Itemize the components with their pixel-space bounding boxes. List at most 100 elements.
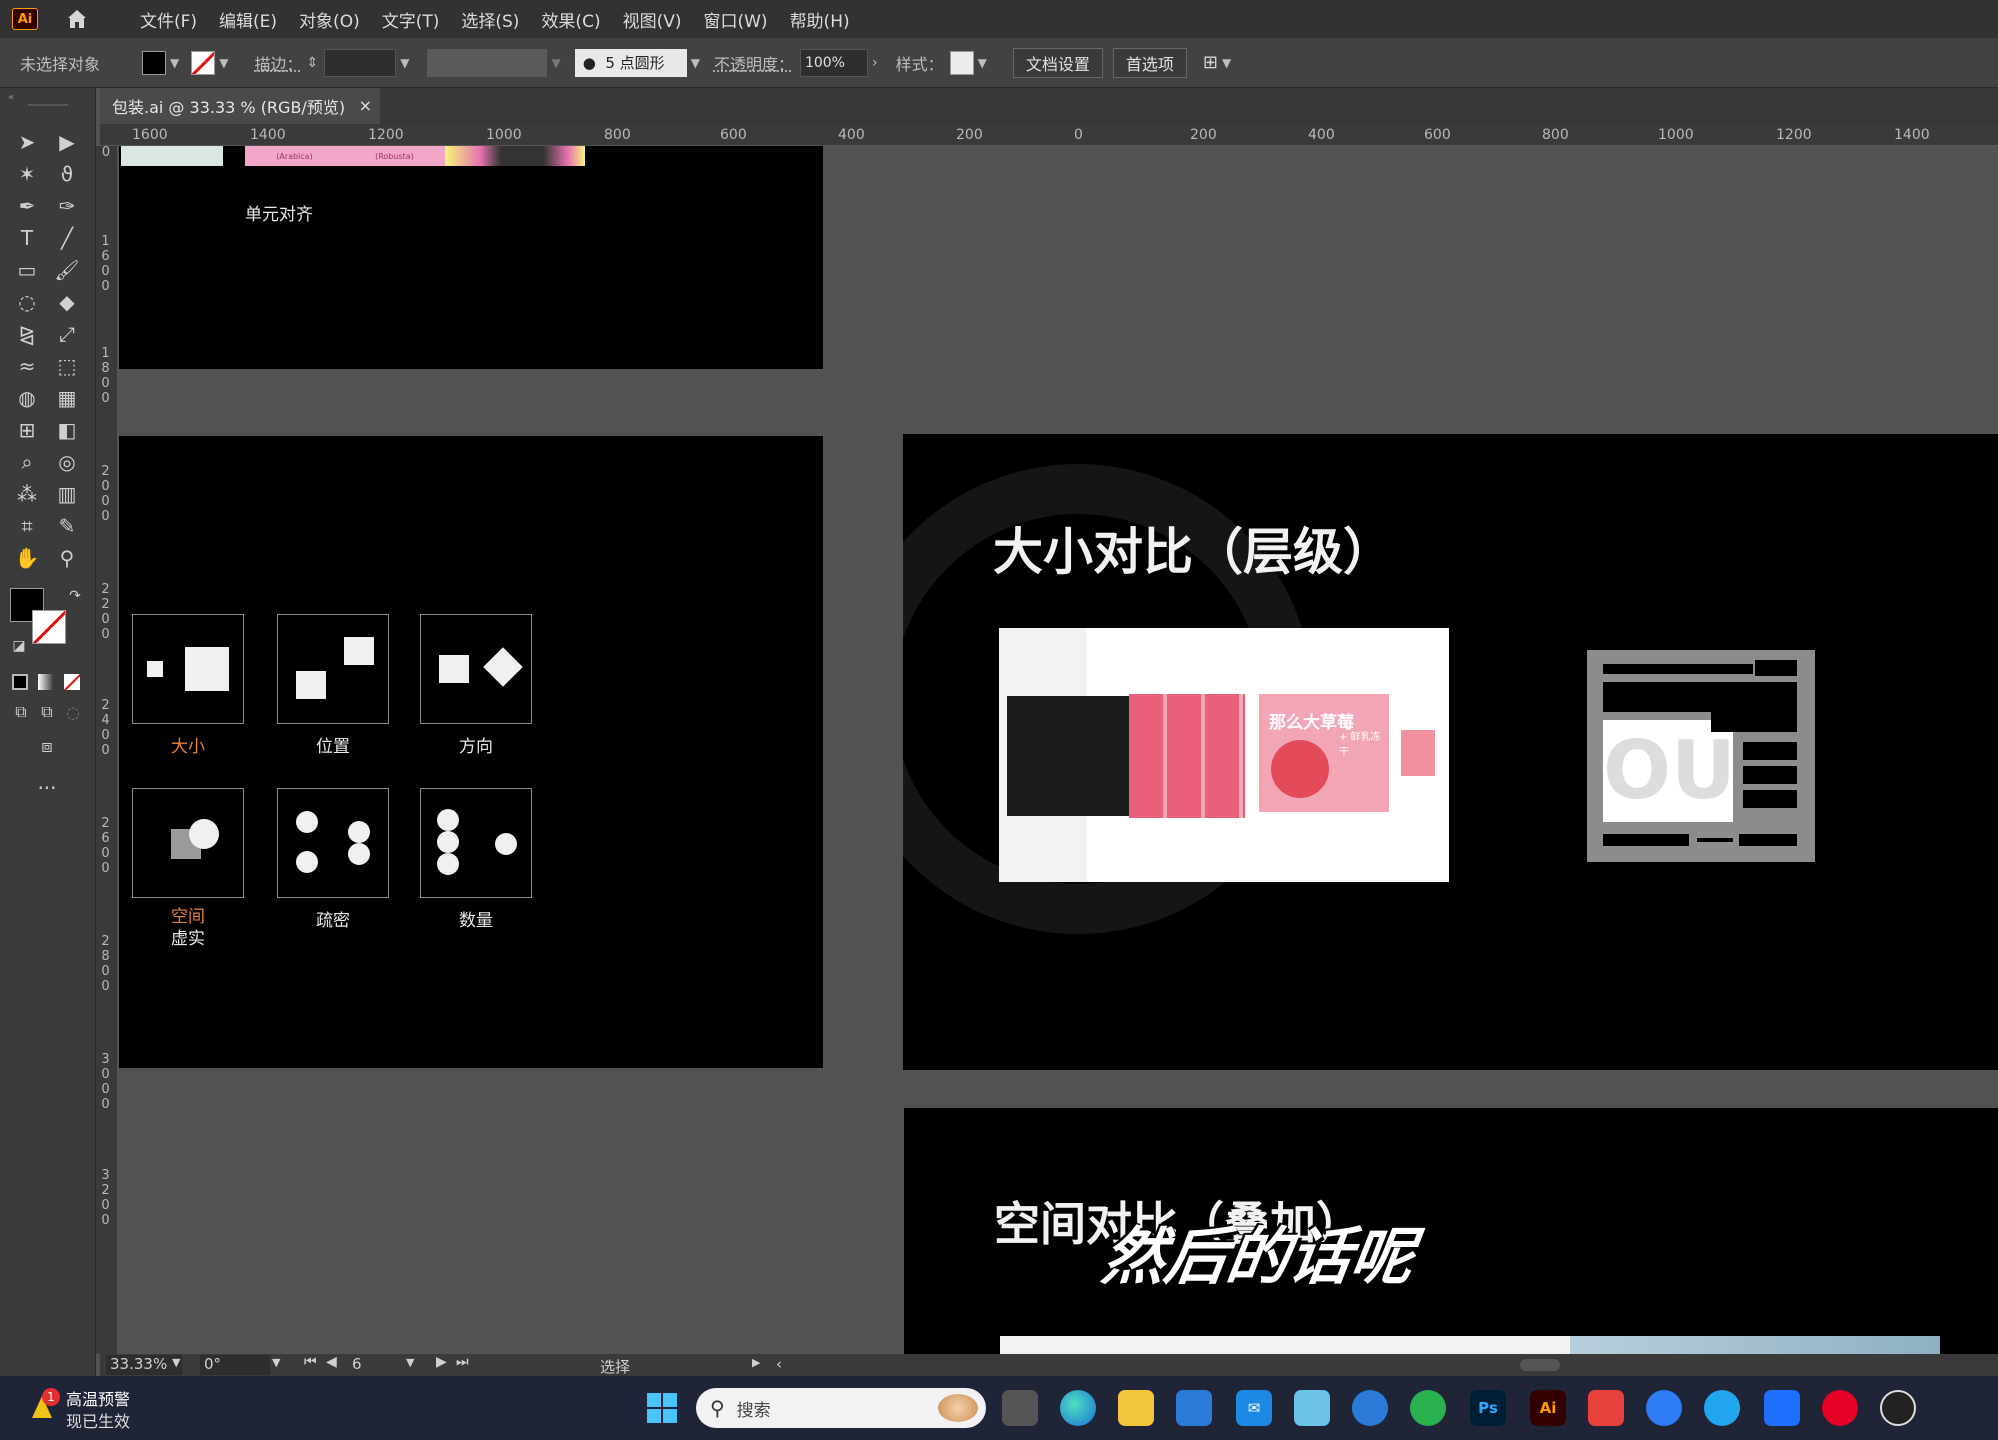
eraser-icon[interactable]: ◆ bbox=[52, 288, 82, 316]
zoom-tool-icon[interactable]: ⚲ bbox=[52, 544, 82, 572]
magic-wand-icon[interactable]: ✶ bbox=[12, 160, 42, 188]
menu-view[interactable]: 视图(V) bbox=[623, 7, 682, 32]
artboard-2[interactable]: 大小 位置 方向 空间 虚实 疏密 数量 bbox=[119, 436, 823, 1068]
mesh-tool-icon[interactable]: ⊞ bbox=[12, 416, 42, 444]
thumb-size[interactable] bbox=[132, 614, 244, 724]
chevron-down-icon[interactable]: ▼ bbox=[400, 56, 409, 70]
slice-tool-icon[interactable]: ✎ bbox=[52, 512, 82, 540]
last-artboard-icon[interactable]: ⏭ bbox=[456, 1354, 469, 1370]
search-box[interactable]: ⚲ 搜索 bbox=[696, 1388, 986, 1428]
swap-fill-stroke-icon[interactable]: ↷ bbox=[60, 582, 90, 610]
reflect-tool-icon[interactable]: ⧎ bbox=[12, 320, 42, 348]
thumb-direction[interactable] bbox=[420, 614, 532, 724]
home-icon[interactable] bbox=[64, 7, 90, 31]
chevron-down-icon[interactable]: ▼ bbox=[691, 56, 700, 70]
menu-edit[interactable]: 编辑(E) bbox=[219, 7, 277, 32]
default-colors-icon[interactable]: ◪ bbox=[4, 632, 34, 660]
hand-tool-icon[interactable]: ✋ bbox=[12, 544, 42, 572]
menu-help[interactable]: 帮助(H) bbox=[790, 7, 850, 32]
gradient-tool-icon[interactable]: ◧ bbox=[52, 416, 82, 444]
edge-icon[interactable] bbox=[1060, 1390, 1096, 1426]
chevron-right-icon[interactable]: › bbox=[872, 55, 878, 71]
thumb-space[interactable] bbox=[132, 788, 244, 898]
store-icon[interactable] bbox=[1176, 1390, 1212, 1426]
pen-tool-icon[interactable]: ✒ bbox=[12, 192, 42, 220]
chevron-down-icon[interactable]: ▼ bbox=[406, 1356, 414, 1369]
type-tool-icon[interactable]: T bbox=[12, 224, 42, 252]
column-graph-icon[interactable]: ▥ bbox=[52, 480, 82, 508]
paintbrush-icon[interactable]: 🖌 bbox=[52, 256, 82, 284]
scroll-left-icon[interactable]: ‹ bbox=[776, 1355, 782, 1373]
lasso-icon[interactable]: ϑ bbox=[52, 160, 82, 188]
brush-definition[interactable]: ● 5 点圆形 bbox=[574, 48, 687, 77]
chevron-down-icon[interactable]: ▼ bbox=[172, 1356, 180, 1369]
thumb-position[interactable] bbox=[277, 614, 389, 724]
prev-artboard-icon[interactable]: ◀ bbox=[326, 1354, 337, 1370]
gradient-mode-icon[interactable] bbox=[38, 674, 54, 690]
explorer-icon[interactable] bbox=[1118, 1390, 1154, 1426]
rectangle-tool-icon[interactable]: ▭ bbox=[12, 256, 42, 284]
obs-icon[interactable] bbox=[1880, 1390, 1916, 1426]
variable-width-profile[interactable] bbox=[427, 48, 548, 77]
app-cyan-icon[interactable] bbox=[1704, 1390, 1740, 1426]
collapse-icon[interactable]: « bbox=[8, 92, 14, 103]
eyedropper-icon[interactable]: ⌕ bbox=[12, 448, 42, 476]
curvature-tool-icon[interactable]: ✑ bbox=[52, 192, 82, 220]
color-mode-icon[interactable] bbox=[12, 674, 28, 690]
mail-icon[interactable]: ✉ bbox=[1236, 1390, 1272, 1426]
selection-tool-icon[interactable]: ➤ bbox=[12, 128, 42, 156]
menu-file[interactable]: 文件(F) bbox=[140, 7, 197, 32]
artboard-number-input[interactable]: 6 bbox=[348, 1355, 392, 1375]
chevron-down-icon[interactable]: ▼ bbox=[219, 56, 228, 70]
blend-tool-icon[interactable]: ◎ bbox=[52, 448, 82, 476]
menu-window[interactable]: 窗口(W) bbox=[703, 7, 767, 32]
task-view-icon[interactable] bbox=[1002, 1390, 1038, 1426]
none-mode-icon[interactable] bbox=[64, 674, 80, 690]
photos-icon[interactable] bbox=[1294, 1390, 1330, 1426]
app-feishu-icon[interactable] bbox=[1764, 1390, 1800, 1426]
opacity-input[interactable]: 100% bbox=[799, 48, 868, 77]
shaper-tool-icon[interactable]: ◌ bbox=[12, 288, 42, 316]
browser-icon[interactable] bbox=[1352, 1390, 1388, 1426]
canvas[interactable]: (Arabica) (Robusta) 单元对齐 大小 位置 方向 空间 虚实 bbox=[119, 146, 1998, 1354]
document-setup-button[interactable]: 文档设置 bbox=[1012, 47, 1103, 78]
wechat-icon[interactable] bbox=[1410, 1390, 1446, 1426]
app-red-icon[interactable] bbox=[1588, 1390, 1624, 1426]
more-tools-icon[interactable]: ··· bbox=[32, 774, 62, 802]
free-transform-icon[interactable]: ⬚ bbox=[52, 352, 82, 380]
artboard-1[interactable]: (Arabica) (Robusta) 单元对齐 bbox=[119, 146, 823, 369]
close-icon[interactable]: × bbox=[359, 96, 372, 115]
draw-inside-icon[interactable]: ◌ bbox=[58, 698, 88, 726]
chevron-down-icon[interactable]: ▼ bbox=[272, 1356, 280, 1369]
tab-document[interactable]: 包装.ai @ 33.33 % (RGB/预览) × bbox=[100, 88, 380, 124]
photoshop-icon[interactable]: Ps bbox=[1470, 1390, 1506, 1426]
weather-icon[interactable]: 1 bbox=[28, 1388, 60, 1420]
artboard-3[interactable]: 大小对比（层级） 那么大草莓 + 鲜乳冻干 OU bbox=[903, 434, 1998, 1070]
menu-object[interactable]: 对象(O) bbox=[299, 7, 360, 32]
fill-swatch[interactable] bbox=[142, 50, 167, 75]
shape-builder-icon[interactable]: ◍ bbox=[12, 384, 42, 412]
artboard-4[interactable]: 空间对比（叠加） 然后的话呢 bbox=[904, 1108, 1998, 1354]
stroke-swatch[interactable] bbox=[191, 50, 216, 75]
screen-mode-icon[interactable]: ⧈ bbox=[32, 732, 62, 760]
scale-tool-icon[interactable]: ⤢ bbox=[52, 320, 82, 348]
arrange-documents-icon[interactable]: ⊞ bbox=[1203, 52, 1218, 73]
artboard-tool-icon[interactable]: ⌗ bbox=[12, 512, 42, 540]
menu-effect[interactable]: 效果(C) bbox=[541, 7, 600, 32]
chevron-down-icon[interactable]: ▼ bbox=[978, 56, 987, 70]
app-blue-icon[interactable] bbox=[1646, 1390, 1682, 1426]
next-artboard-icon[interactable]: ▶ bbox=[436, 1354, 447, 1370]
first-artboard-icon[interactable]: ⏮ bbox=[304, 1354, 317, 1370]
warp-tool-icon[interactable]: ≈ bbox=[12, 352, 42, 380]
zoom-input[interactable]: 33.33% bbox=[106, 1355, 182, 1375]
menu-select[interactable]: 选择(S) bbox=[461, 7, 519, 32]
rotation-input[interactable]: 0° bbox=[200, 1355, 270, 1375]
direct-selection-tool-icon[interactable]: ▶ bbox=[52, 128, 82, 156]
thumb-density[interactable] bbox=[277, 788, 389, 898]
graphic-style-swatch[interactable] bbox=[949, 50, 974, 75]
chevron-right-icon[interactable]: ▶ bbox=[752, 1356, 760, 1369]
symbol-sprayer-icon[interactable]: ⁂ bbox=[12, 480, 42, 508]
line-tool-icon[interactable]: ╱ bbox=[52, 224, 82, 252]
horizontal-scrollbar[interactable] bbox=[1520, 1359, 1560, 1371]
illustrator-icon[interactable]: Ai bbox=[1530, 1390, 1566, 1426]
